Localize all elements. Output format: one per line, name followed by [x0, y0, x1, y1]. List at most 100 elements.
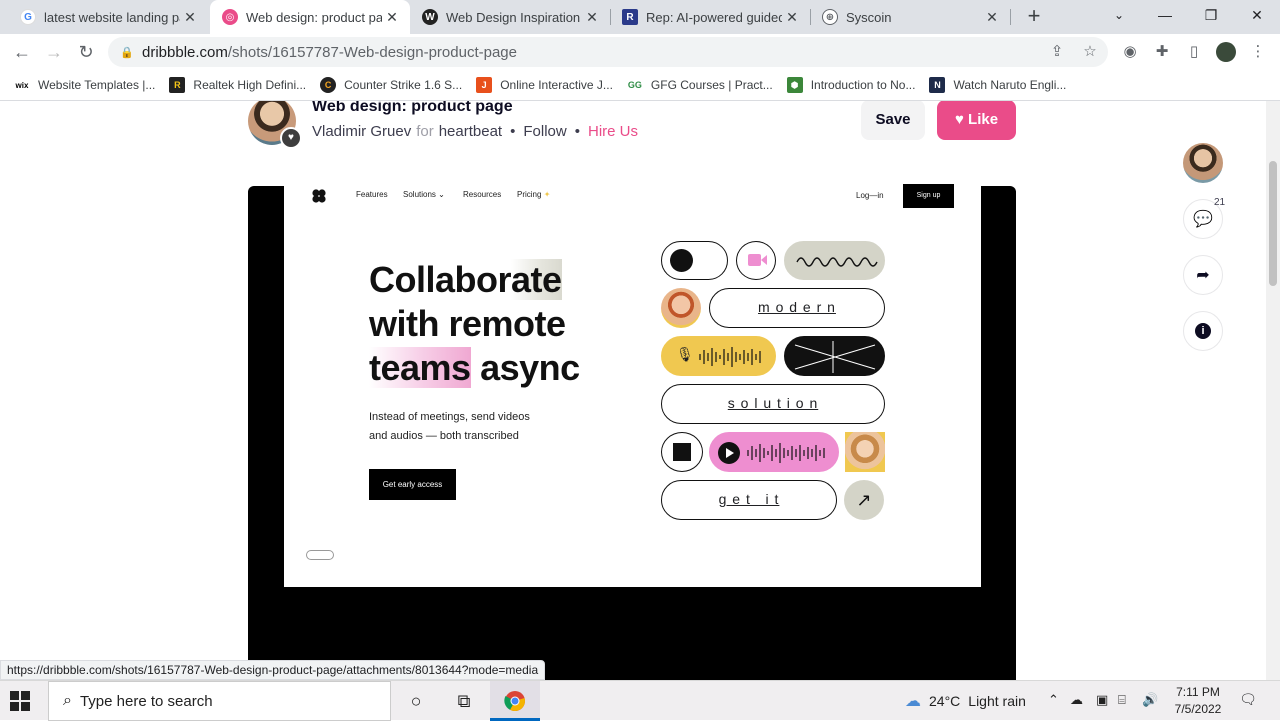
windows-start-icon[interactable]: [10, 691, 30, 711]
heart-icon: ♥: [954, 111, 964, 128]
sidebar-author-avatar[interactable]: [1183, 143, 1223, 183]
new-tab-button[interactable]: +: [1022, 4, 1046, 28]
mockup-subtext: Instead of meetings, send videos and aud…: [369, 411, 530, 442]
mockup-cta: Get early access: [369, 469, 456, 500]
shot-title: Web design: product page: [312, 101, 513, 115]
tab-title: latest website landing page: [44, 9, 180, 25]
webflow-icon: W: [422, 9, 438, 25]
onedrive-icon[interactable]: ☁: [1070, 692, 1083, 708]
bookmark-gfg[interactable]: GG GFG Courses | Pract...: [627, 77, 773, 93]
side-panel-icon[interactable]: ▯: [1184, 42, 1204, 62]
restore-button[interactable]: ❐: [1188, 0, 1234, 30]
reload-icon[interactable]: ↻: [74, 40, 98, 64]
js-icon: J: [476, 77, 493, 93]
dribbble-icon: ◎: [222, 9, 238, 25]
tray-chevron-icon[interactable]: ⌃: [1048, 692, 1059, 708]
minimize-button[interactable]: —: [1142, 0, 1188, 30]
bookmark-star-icon[interactable]: ☆: [1080, 42, 1100, 62]
extensions-puzzle-icon[interactable]: ✚: [1152, 42, 1172, 62]
close-tab-icon[interactable]: ✕: [582, 9, 602, 26]
mockup-modern-pill: m o d e r n: [709, 288, 885, 328]
bookmark-realtek[interactable]: R Realtek High Defini...: [169, 77, 306, 93]
rain-cloud-icon: ☁: [905, 693, 921, 710]
tab-syscoin[interactable]: ⊕ Syscoin ✕: [810, 0, 1010, 34]
taskbar-chrome[interactable]: [490, 681, 540, 721]
mockup-wave-pill: [784, 241, 885, 280]
close-tab-icon[interactable]: ✕: [180, 9, 200, 26]
mockup-solution-pill: s o l u t i o n: [661, 384, 885, 424]
device-icon[interactable]: ▣: [1096, 692, 1108, 708]
system-clock[interactable]: 7:11 PM 7/5/2022: [1168, 684, 1228, 718]
tab-search-icon[interactable]: ⌄: [1096, 0, 1142, 30]
tab-strip: G latest website landing page ✕ ◎ Web de…: [0, 0, 1280, 34]
google-icon: G: [20, 9, 36, 25]
mockup-avatar-man: [661, 288, 701, 328]
volume-icon[interactable]: 🔊: [1142, 692, 1158, 708]
cortana-icon[interactable]: ○: [402, 687, 430, 715]
extension-grammarly-icon[interactable]: ◉: [1120, 42, 1140, 62]
profile-avatar[interactable]: [1216, 42, 1236, 62]
tab-separator: [1010, 9, 1011, 25]
author-name-link[interactable]: Vladimir Gruev: [312, 123, 411, 140]
lock-icon[interactable]: 🔒: [120, 46, 134, 59]
tab-title: Rep: AI-powered guided s: [646, 9, 782, 25]
shot-media-image[interactable]: Features Solutions ⌄ Resources Pricing ✦…: [284, 157, 981, 587]
bookmark-node[interactable]: ⬢ Introduction to No...: [786, 77, 915, 93]
tab-webflow[interactable]: W Web Design Inspiration : T ✕: [410, 0, 610, 34]
link-status-bar: https://dribbble.com/shots/16157787-Web-…: [0, 660, 546, 680]
back-icon[interactable]: ←: [10, 40, 34, 64]
weather-widget[interactable]: ☁ 24°C Light rain: [905, 691, 1026, 711]
share-icon[interactable]: ⇪: [1047, 42, 1067, 62]
tab-title: Syscoin: [846, 9, 892, 25]
mockup-toggle-pill: [661, 241, 728, 280]
notifications-icon[interactable]: 🗨: [1238, 691, 1258, 711]
like-button[interactable]: ♥ Like: [937, 101, 1016, 140]
bookmark-counter-strike[interactable]: C Counter Strike 1.6 S...: [320, 77, 462, 93]
scrollbar-thumb[interactable]: [1269, 161, 1277, 286]
naruto-icon: N: [929, 77, 946, 93]
taskbar-search[interactable]: ⌕ Type here to search: [48, 681, 391, 721]
mockup-getit-pill: g e t i t: [661, 480, 837, 520]
temperature: 24°C: [929, 693, 961, 709]
url-text[interactable]: dribbble.com/shots/16157787-Web-design-p…: [142, 44, 517, 61]
shot-byline: Vladimir Gruev for heartbeat • Follow • …: [312, 123, 638, 140]
team-badge-icon[interactable]: ♥: [280, 127, 302, 149]
share-button[interactable]: ➦: [1183, 255, 1223, 295]
rep-icon: R: [622, 9, 638, 25]
save-button[interactable]: Save: [861, 101, 925, 140]
close-tab-icon[interactable]: ✕: [382, 9, 402, 26]
close-tab-icon[interactable]: ✕: [782, 9, 802, 26]
hire-us-link[interactable]: Hire Us: [588, 123, 638, 140]
mockup-cross-pill: [784, 336, 885, 376]
bookmark-wix[interactable]: wix Website Templates |...: [14, 77, 156, 93]
page-scrollbar[interactable]: [1266, 101, 1280, 680]
follow-link[interactable]: Follow: [523, 123, 566, 140]
tab-google[interactable]: G latest website landing page ✕: [8, 0, 208, 34]
close-tab-icon[interactable]: ✕: [982, 9, 1002, 26]
bookmark-js[interactable]: J Online Interactive J...: [476, 77, 613, 93]
bookmark-naruto[interactable]: N Watch Naruto Engli...: [929, 77, 1066, 93]
comment-bubble-icon: 💬: [1193, 211, 1213, 228]
forward-icon[interactable]: →: [42, 40, 66, 64]
mockup-nav-solutions: Solutions ⌄: [403, 190, 445, 199]
bookmarks-bar: wix Website Templates |... R Realtek High …: [0, 70, 1280, 101]
menu-kebab-icon[interactable]: ⋮: [1248, 42, 1268, 62]
tab-title: Web design: product page: [246, 9, 382, 25]
cs-icon: C: [320, 77, 337, 93]
mockup-logo-icon: [312, 189, 326, 203]
tab-dribbble[interactable]: ◎ Web design: product page ✕: [210, 0, 410, 34]
like-label: Like: [968, 111, 999, 128]
node-icon: ⬢: [786, 77, 803, 93]
address-bar[interactable]: 🔒 dribbble.com/shots/16157787-Web-design…: [108, 37, 1108, 67]
task-view-icon[interactable]: ⧉: [450, 687, 478, 715]
mockup-arrow-icon: ↗: [844, 480, 884, 520]
mockup-nav-features: Features: [356, 190, 388, 199]
comment-count: 21: [1214, 197, 1226, 208]
info-button[interactable]: i: [1183, 311, 1223, 351]
close-window-button[interactable]: ✕: [1234, 0, 1280, 30]
tab-rep[interactable]: R Rep: AI-powered guided s ✕: [610, 0, 810, 34]
team-name-link[interactable]: heartbeat: [439, 123, 502, 140]
mockup-signup: Sign up: [903, 184, 954, 208]
mockup-audio-pill: 🎙: [661, 336, 776, 376]
network-icon[interactable]: ⌸: [1118, 692, 1126, 708]
